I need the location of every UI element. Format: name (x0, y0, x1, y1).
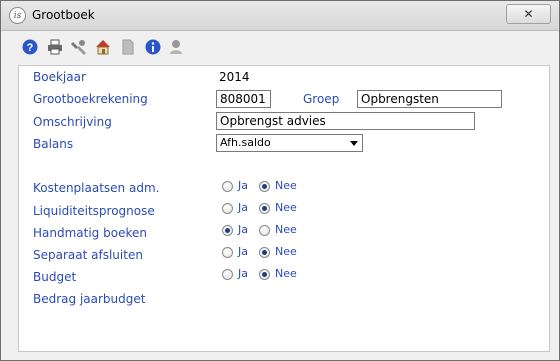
kostenplaatsen-ja-radio[interactable] (222, 181, 233, 192)
handmatig-boeken-ja-label: Ja (238, 223, 248, 236)
budget-ja-label: Ja (238, 267, 248, 280)
grootboekrekening-field[interactable]: 808001 (216, 90, 271, 108)
kostenplaatsen-nee-label: Nee (275, 179, 297, 192)
handmatig-boeken-label: Handmatig boeken (33, 226, 147, 240)
handmatig-boeken-ja-radio[interactable] (222, 225, 233, 236)
liquiditeitsprognose-label: Liquiditeitsprognose (33, 204, 155, 218)
grootboekrekening-label: Grootboekrekening (33, 92, 148, 106)
window-title: Grootboek (32, 8, 95, 22)
help-icon[interactable]: ? (22, 39, 38, 55)
groep-field[interactable]: Opbrengsten (357, 90, 502, 108)
info-icon[interactable] (145, 39, 161, 55)
liquiditeitsprognose-nee-radio[interactable] (259, 203, 270, 214)
svg-text:?: ? (27, 42, 34, 54)
toolbar: ? (1, 31, 559, 61)
form-panel: Boekjaar 2014 Grootboekrekening 808001 G… (18, 65, 550, 352)
balans-select[interactable]: Afh.saldo (216, 134, 363, 152)
user-icon[interactable] (169, 39, 185, 55)
handmatig-boeken-nee-radio[interactable] (259, 225, 270, 236)
home-icon[interactable] (95, 39, 111, 55)
separaat-afsluiten-ja-radio[interactable] (222, 247, 233, 258)
separaat-afsluiten-label: Separaat afsluiten (33, 248, 143, 262)
handmatig-boeken-nee-label: Nee (275, 223, 297, 236)
tools-icon[interactable] (71, 39, 87, 55)
budget-nee-label: Nee (275, 267, 297, 280)
liquiditeitsprognose-ja-label: Ja (238, 201, 248, 214)
kostenplaatsen-nee-radio[interactable] (259, 181, 270, 192)
budget-label: Budget (33, 270, 77, 284)
omschrijving-field[interactable]: Opbrengst advies (216, 112, 475, 130)
title-bar: is Grootboek ✕ (1, 1, 559, 31)
liquiditeitsprognose-nee-label: Nee (275, 201, 297, 214)
liquiditeitsprognose-ja-radio[interactable] (222, 203, 233, 214)
separaat-afsluiten-nee-radio[interactable] (259, 247, 270, 258)
close-button[interactable]: ✕ (506, 4, 551, 24)
balans-selected-value: Afh.saldo (220, 136, 271, 149)
close-icon: ✕ (523, 7, 534, 21)
bedrag-jaarbudget-label: Bedrag jaarbudget (33, 292, 146, 306)
chevron-down-icon (350, 141, 358, 146)
boekjaar-label: Boekjaar (33, 70, 86, 84)
balans-label: Balans (33, 137, 74, 151)
kostenplaatsen-label: Kostenplaatsen adm. (33, 181, 160, 195)
print-icon[interactable] (47, 39, 63, 55)
kostenplaatsen-ja-label: Ja (238, 179, 248, 192)
grootboek-window: is Grootboek ✕ ? Boekjaar 2014 Grootboek… (0, 0, 560, 361)
boekjaar-value: 2014 (219, 70, 250, 84)
budget-nee-radio[interactable] (259, 269, 270, 280)
omschrijving-label: Omschrijving (33, 115, 112, 129)
separaat-afsluiten-nee-label: Nee (275, 245, 297, 258)
document-icon[interactable] (120, 39, 136, 55)
app-logo: is (9, 7, 26, 24)
separaat-afsluiten-ja-label: Ja (238, 245, 248, 258)
budget-ja-radio[interactable] (222, 269, 233, 280)
groep-label: Groep (303, 92, 340, 106)
